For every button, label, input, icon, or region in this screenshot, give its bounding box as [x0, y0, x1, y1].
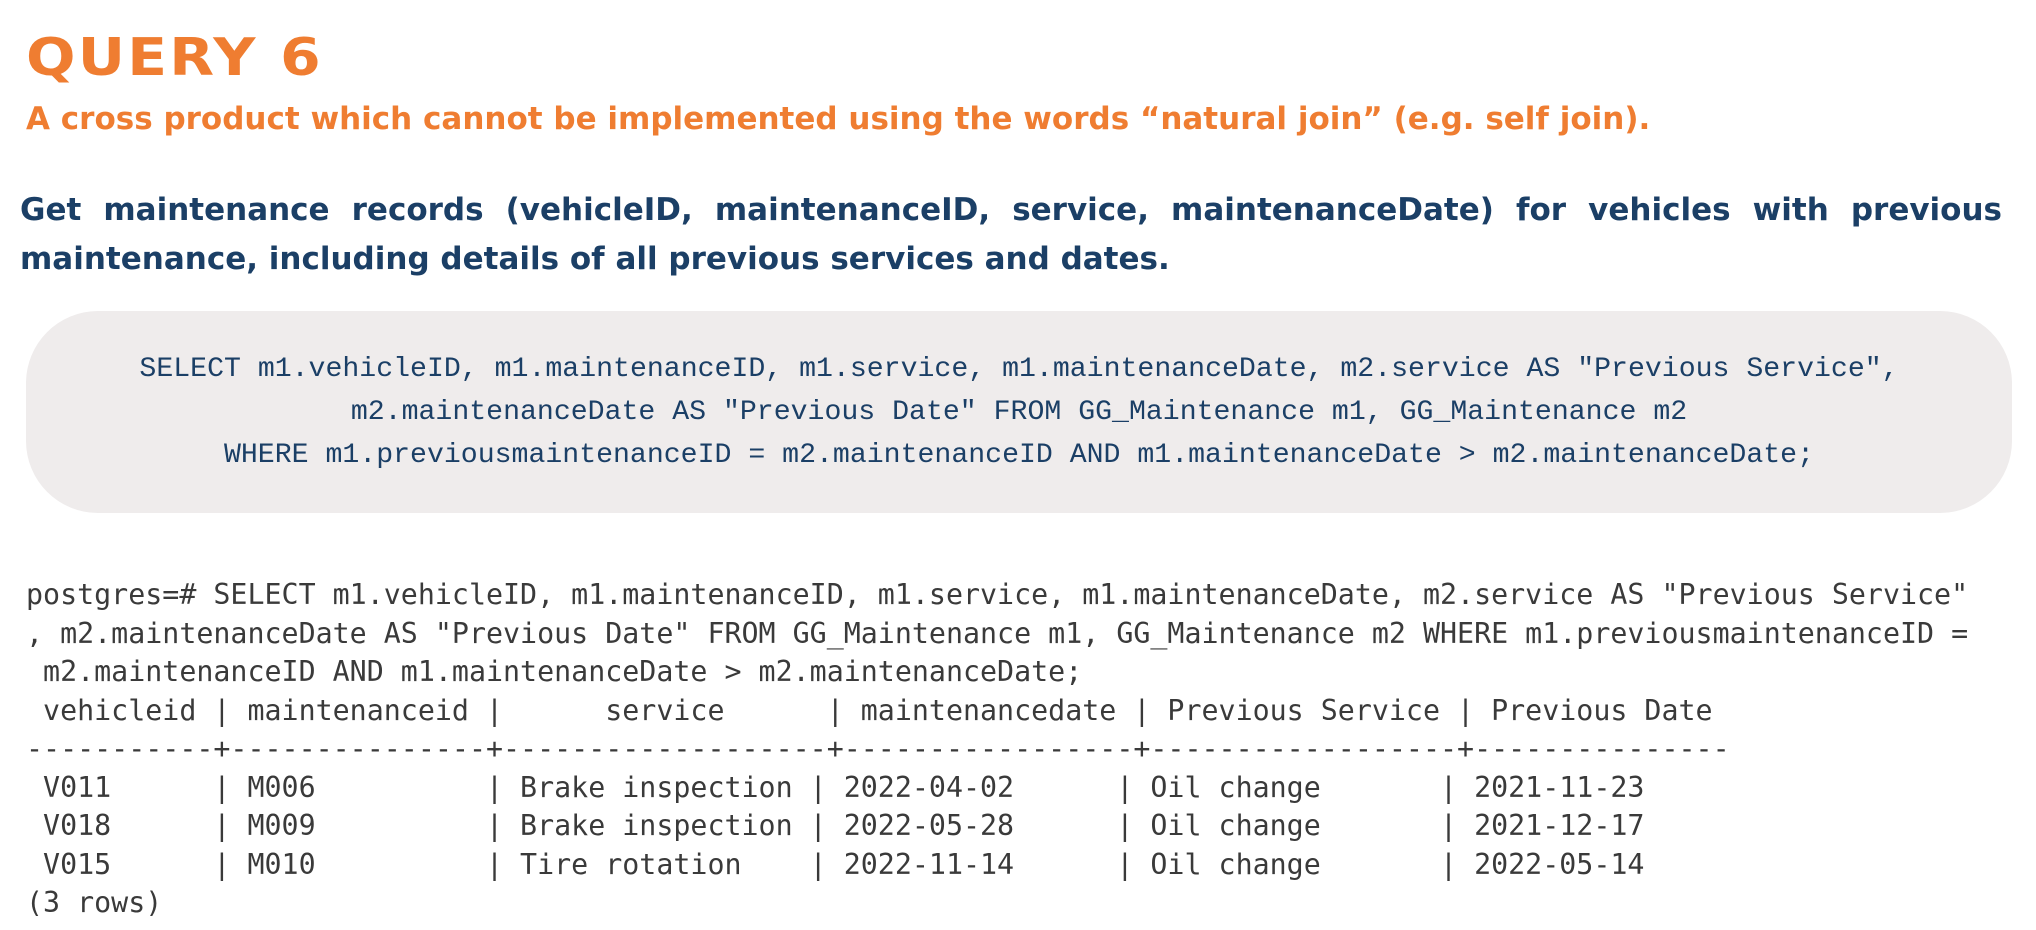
- terminal-command-line-3: m2.maintenanceID AND m1.maintenanceDate …: [26, 655, 1083, 688]
- query-title: QUERY 6: [26, 28, 323, 88]
- sql-code-box: SELECT m1.vehicleID, m1.maintenanceID, m…: [26, 311, 2012, 513]
- sql-line-3: WHERE m1.previousmaintenanceID = m2.main…: [223, 439, 1815, 471]
- result-row: V018 | M009 | Brake inspection | 2022-05…: [26, 809, 1645, 842]
- terminal-command-line-2: , m2.maintenanceDate AS "Previous Date" …: [26, 616, 1969, 650]
- result-separator: -----------+---------------+------------…: [26, 732, 1730, 765]
- sql-line-1: SELECT m1.vehicleID, m1.maintenanceID, m…: [139, 353, 1899, 385]
- result-row-count: (3 rows): [26, 886, 163, 919]
- query-slide: QUERY 6 A cross product which cannot be …: [0, 0, 2036, 930]
- query-description: Get maintenance records (vehicleID, main…: [20, 192, 2002, 277]
- sql-line-2: m2.maintenanceDate AS "Previous Date" FR…: [350, 396, 1688, 428]
- terminal-command-line-1: postgres=# SELECT m1.vehicleID, m1.maint…: [26, 578, 1969, 611]
- sql-code: SELECT m1.vehicleID, m1.maintenanceID, m…: [139, 348, 1898, 477]
- query-subtitle: A cross product which cannot be implemen…: [26, 101, 1651, 137]
- terminal-output: postgres=# SELECT m1.vehicleID, m1.maint…: [26, 576, 1968, 923]
- result-header: vehicleid | maintenanceid | service | ma…: [26, 693, 1713, 727]
- result-row: V011 | M006 | Brake inspection | 2022-04…: [26, 770, 1645, 804]
- result-row: V015 | M010 | Tire rotation | 2022-11-14…: [26, 847, 1645, 881]
